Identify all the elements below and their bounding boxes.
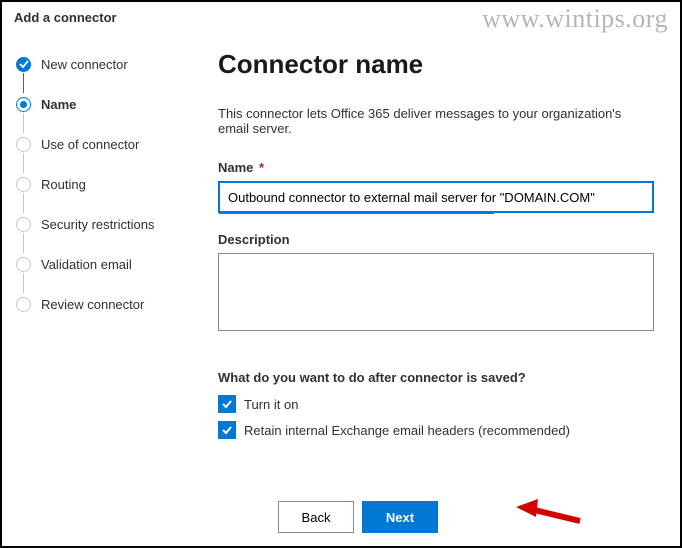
wizard-sidebar: New connector Name Use of connector Rout…	[2, 31, 192, 543]
intro-text: This connector lets Office 365 deliver m…	[218, 106, 654, 136]
checkbox-checked-icon	[218, 421, 236, 439]
step-use-of-connector[interactable]: Use of connector	[16, 133, 182, 155]
name-label: Name *	[218, 160, 654, 175]
step-new-connector[interactable]: New connector	[16, 53, 182, 75]
checkbox-retain-headers[interactable]: Retain internal Exchange email headers (…	[218, 421, 654, 439]
step-label: Security restrictions	[41, 217, 154, 232]
checkbox-checked-icon	[218, 395, 236, 413]
step-label: Name	[41, 97, 76, 112]
required-asterisk: *	[255, 160, 264, 175]
step-name[interactable]: Name	[16, 93, 182, 115]
main-content: Connector name This connector lets Offic…	[192, 31, 680, 543]
current-step-icon	[16, 97, 31, 112]
checkbox-label: Turn it on	[244, 397, 298, 412]
description-input[interactable]	[218, 253, 654, 331]
step-label: Use of connector	[41, 137, 139, 152]
panel-header: Add a connector	[2, 2, 680, 31]
back-button[interactable]: Back	[278, 501, 354, 533]
step-label: New connector	[41, 57, 128, 72]
step-review-connector[interactable]: Review connector	[16, 293, 182, 315]
pending-step-icon	[16, 137, 31, 152]
check-icon	[16, 57, 31, 72]
checkbox-label: Retain internal Exchange email headers (…	[244, 423, 570, 438]
pending-step-icon	[16, 177, 31, 192]
page-title: Connector name	[218, 49, 654, 80]
name-input[interactable]	[218, 181, 654, 213]
footer-buttons: Back Next	[218, 491, 654, 533]
step-label: Review connector	[41, 297, 144, 312]
checkbox-turn-it-on[interactable]: Turn it on	[218, 395, 654, 413]
description-label: Description	[218, 232, 654, 247]
pending-step-icon	[16, 217, 31, 232]
pending-step-icon	[16, 297, 31, 312]
next-button[interactable]: Next	[362, 501, 438, 533]
step-label: Validation email	[41, 257, 132, 272]
step-routing[interactable]: Routing	[16, 173, 182, 195]
after-save-heading: What do you want to do after connector i…	[218, 370, 654, 385]
step-security-restrictions[interactable]: Security restrictions	[16, 213, 182, 235]
step-label: Routing	[41, 177, 86, 192]
pending-step-icon	[16, 257, 31, 272]
step-validation-email[interactable]: Validation email	[16, 253, 182, 275]
